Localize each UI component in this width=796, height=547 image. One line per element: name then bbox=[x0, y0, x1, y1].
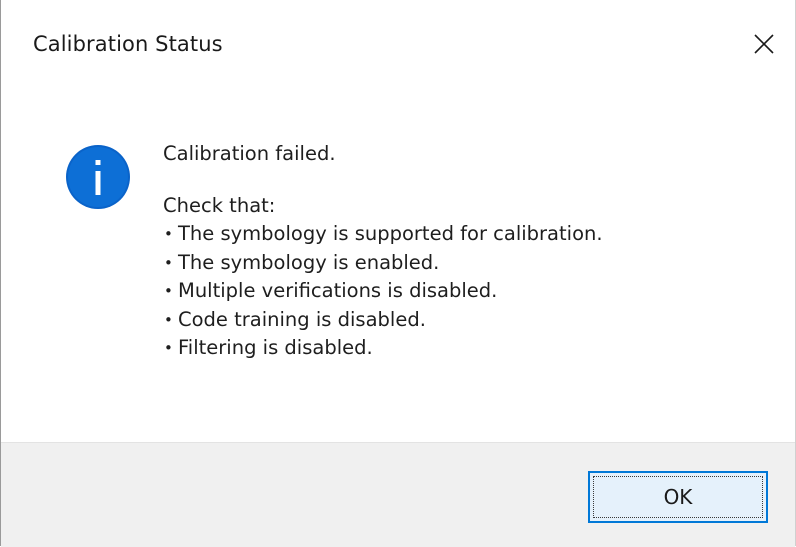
list-item: • The symbology is supported for calibra… bbox=[163, 220, 773, 249]
list-item: • Filtering is disabled. bbox=[163, 334, 773, 363]
close-x-icon bbox=[753, 33, 775, 55]
button-footer: OK bbox=[1, 442, 795, 547]
close-button[interactable] bbox=[733, 18, 795, 70]
calibration-status-dialog: Calibration Status Calibration failed. C… bbox=[0, 0, 796, 547]
bullet-icon: • bbox=[164, 339, 173, 357]
bullet-icon: • bbox=[164, 310, 173, 329]
message-headline: Calibration failed. bbox=[163, 142, 336, 165]
ok-button[interactable]: OK bbox=[588, 471, 768, 523]
title-bar: Calibration Status bbox=[1, 0, 795, 88]
list-item-text: The symbology is enabled. bbox=[178, 250, 440, 274]
list-item: • Multiple verifications is disabled. bbox=[163, 277, 773, 306]
list-item-text: Code training is disabled. bbox=[178, 307, 426, 331]
list-item-text: Filtering is disabled. bbox=[178, 336, 373, 359]
list-item-text: Multiple verifications is disabled. bbox=[178, 279, 498, 302]
ok-button-label: OK bbox=[663, 485, 693, 509]
list-item: • The symbology is enabled. bbox=[163, 249, 773, 278]
window-title: Calibration Status bbox=[33, 32, 223, 56]
message-intro: Check that: bbox=[163, 194, 276, 217]
bullet-icon: • bbox=[164, 253, 173, 272]
list-item-text: The symbology is supported for calibrati… bbox=[178, 222, 603, 245]
message-content: Calibration failed. Check that: • The sy… bbox=[1, 88, 795, 442]
message-text-area: Calibration failed. Check that: • The sy… bbox=[163, 140, 773, 363]
info-icon bbox=[65, 144, 131, 210]
list-item: • Code training is disabled. bbox=[163, 306, 773, 335]
bullet-icon: • bbox=[164, 225, 173, 243]
check-list: • The symbology is supported for calibra… bbox=[163, 220, 773, 363]
bullet-icon: • bbox=[164, 282, 173, 300]
